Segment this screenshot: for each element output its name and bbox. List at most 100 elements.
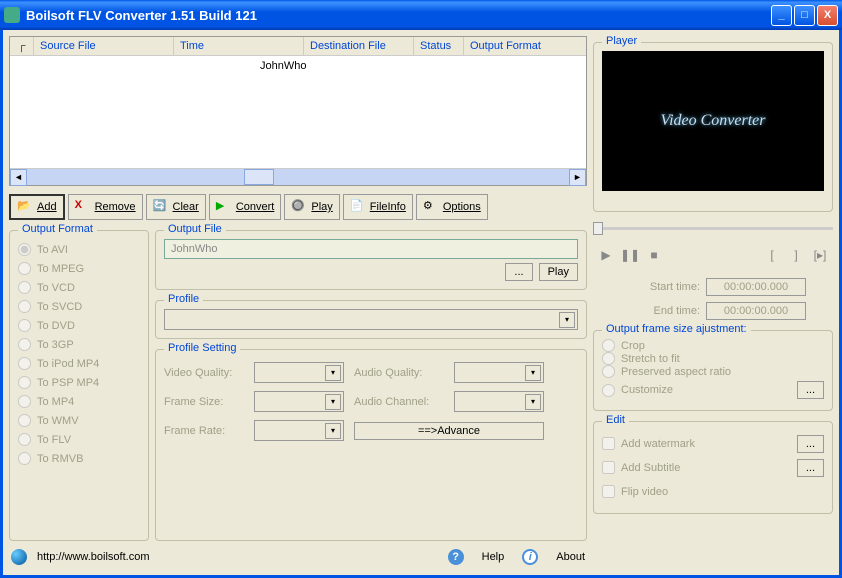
options-button[interactable]: ⚙Options <box>416 194 488 220</box>
player-pause-button[interactable]: ❚❚ <box>621 246 639 264</box>
table-body[interactable]: JohnWho <box>10 56 586 168</box>
subtitle-button[interactable]: ... <box>797 459 824 477</box>
browse-output-button[interactable]: ... <box>505 263 532 281</box>
player-title: Player <box>602 35 641 47</box>
output-file-input[interactable] <box>164 239 578 259</box>
clear-button[interactable]: 🔄Clear <box>146 194 206 220</box>
footer: http://www.boilsoft.com ? Help i About <box>9 545 587 569</box>
profile-combo[interactable]: ▾ <box>164 309 578 330</box>
column-format[interactable]: Output Format <box>464 37 586 55</box>
player-play-button[interactable]: ▶ <box>597 246 615 264</box>
column-status[interactable]: Status <box>414 37 464 55</box>
format-avi[interactable]: To AVI <box>18 243 140 256</box>
profile-setting-group: Profile Setting Video Quality: ▾ Audio Q… <box>155 349 587 541</box>
column-dest[interactable]: Destination File <box>304 37 414 55</box>
player-seek-slider[interactable] <box>593 218 833 238</box>
end-time-label: End time: <box>620 305 700 317</box>
scroll-track[interactable] <box>27 169 569 185</box>
file-table[interactable]: ┌ Source File Time Destination File Stat… <box>9 36 587 186</box>
customize-radio[interactable]: Customize <box>602 384 673 397</box>
about-link[interactable]: About <box>556 551 585 563</box>
format-svcd[interactable]: To SVCD <box>18 300 140 313</box>
chevron-down-icon: ▾ <box>525 394 541 410</box>
mark-end-button[interactable]: ] <box>787 246 805 264</box>
subtitle-checkbox[interactable]: Add Subtitle <box>602 461 680 474</box>
gear-icon: ⚙ <box>423 199 439 215</box>
player-stop-button[interactable]: ■ <box>645 246 663 264</box>
maximize-button[interactable]: □ <box>794 5 815 26</box>
customize-button[interactable]: ... <box>797 381 824 399</box>
column-time[interactable]: Time <box>174 37 304 55</box>
remove-button[interactable]: XRemove <box>68 194 143 220</box>
output-format-group: Output Format To AVI To MPEG To VCD To S… <box>9 230 149 541</box>
website-link[interactable]: http://www.boilsoft.com <box>37 551 150 563</box>
mark-start-button[interactable]: [ <box>763 246 781 264</box>
watermark-checkbox[interactable]: Add watermark <box>602 437 695 450</box>
format-mp4[interactable]: To MP4 <box>18 395 140 408</box>
close-button[interactable]: X <box>817 5 838 26</box>
scroll-right-button[interactable]: ► <box>569 169 586 186</box>
stretch-radio[interactable]: Stretch to fit <box>602 352 824 365</box>
watermark-button[interactable]: ... <box>797 435 824 453</box>
format-mpeg[interactable]: To MPEG <box>18 262 140 275</box>
flip-checkbox[interactable]: Flip video <box>602 485 668 498</box>
format-psp[interactable]: To PSP MP4 <box>18 376 140 389</box>
mark-range-button[interactable]: [▸] <box>811 246 829 264</box>
profile-title: Profile <box>164 293 203 305</box>
app-icon <box>4 7 20 23</box>
play-output-button[interactable]: Play <box>539 263 578 281</box>
table-header: ┌ Source File Time Destination File Stat… <box>10 37 586 56</box>
frame-rate-combo[interactable]: ▾ <box>254 420 344 441</box>
column-source[interactable]: Source File <box>34 37 174 55</box>
seek-thumb[interactable] <box>593 222 603 235</box>
play-button[interactable]: 🔘Play <box>284 194 339 220</box>
scroll-thumb[interactable] <box>244 169 274 185</box>
format-flv[interactable]: To FLV <box>18 433 140 446</box>
media-play-icon: 🔘 <box>291 199 307 215</box>
player-group: Player Video Converter <box>593 42 833 212</box>
minimize-button[interactable]: _ <box>771 5 792 26</box>
format-ipod[interactable]: To iPod MP4 <box>18 357 140 370</box>
output-file-title: Output File <box>164 223 226 235</box>
info-icon: i <box>522 549 538 565</box>
convert-button[interactable]: ▶Convert <box>209 194 282 220</box>
player-controls: ▶ ❚❚ ■ [ ] [▸] <box>593 246 833 264</box>
refresh-icon: 🔄 <box>153 199 169 215</box>
edit-title: Edit <box>602 414 629 426</box>
table-cell-text: JohnWho <box>260 60 306 72</box>
frame-size-label: Frame Size: <box>164 396 244 408</box>
format-wmv[interactable]: To WMV <box>18 414 140 427</box>
player-logo-text: Video Converter <box>660 112 765 130</box>
video-quality-combo[interactable]: ▾ <box>254 362 344 383</box>
player-video-area[interactable]: Video Converter <box>602 51 824 191</box>
help-link[interactable]: Help <box>482 551 505 563</box>
end-time-value[interactable]: 00:00:00.000 <box>706 302 806 320</box>
frame-adjust-group: Output frame size ajustment: Crop Stretc… <box>593 330 833 411</box>
column-checkbox[interactable]: ┌ <box>10 37 34 55</box>
audio-channel-combo[interactable]: ▾ <box>454 391 544 412</box>
output-file-group: Output File ... Play <box>155 230 587 290</box>
add-button[interactable]: 📂Add <box>9 194 65 220</box>
format-rmvb[interactable]: To RMVB <box>18 452 140 465</box>
chevron-down-icon: ▾ <box>325 394 341 410</box>
format-dvd[interactable]: To DVD <box>18 319 140 332</box>
audio-quality-combo[interactable]: ▾ <box>454 362 544 383</box>
start-time-label: Start time: <box>620 281 700 293</box>
fileinfo-button[interactable]: 📄FileInfo <box>343 194 413 220</box>
folder-open-icon: 📂 <box>17 199 33 215</box>
format-3gp[interactable]: To 3GP <box>18 338 140 351</box>
crop-radio[interactable]: Crop <box>602 339 824 352</box>
horizontal-scrollbar[interactable]: ◄ ► <box>10 168 586 185</box>
edit-group: Edit Add watermark ... Add Subtitle ... … <box>593 421 833 514</box>
audio-channel-label: Audio Channel: <box>354 396 444 408</box>
help-icon: ? <box>448 549 464 565</box>
document-icon: 📄 <box>350 199 366 215</box>
scroll-left-button[interactable]: ◄ <box>10 169 27 186</box>
preserve-radio[interactable]: Preserved aspect ratio <box>602 365 824 378</box>
x-icon: X <box>75 199 91 215</box>
advance-button[interactable]: ==>Advance <box>354 422 544 440</box>
frame-size-combo[interactable]: ▾ <box>254 391 344 412</box>
format-vcd[interactable]: To VCD <box>18 281 140 294</box>
start-time-value[interactable]: 00:00:00.000 <box>706 278 806 296</box>
titlebar: Boilsoft FLV Converter 1.51 Build 121 _ … <box>0 0 842 30</box>
